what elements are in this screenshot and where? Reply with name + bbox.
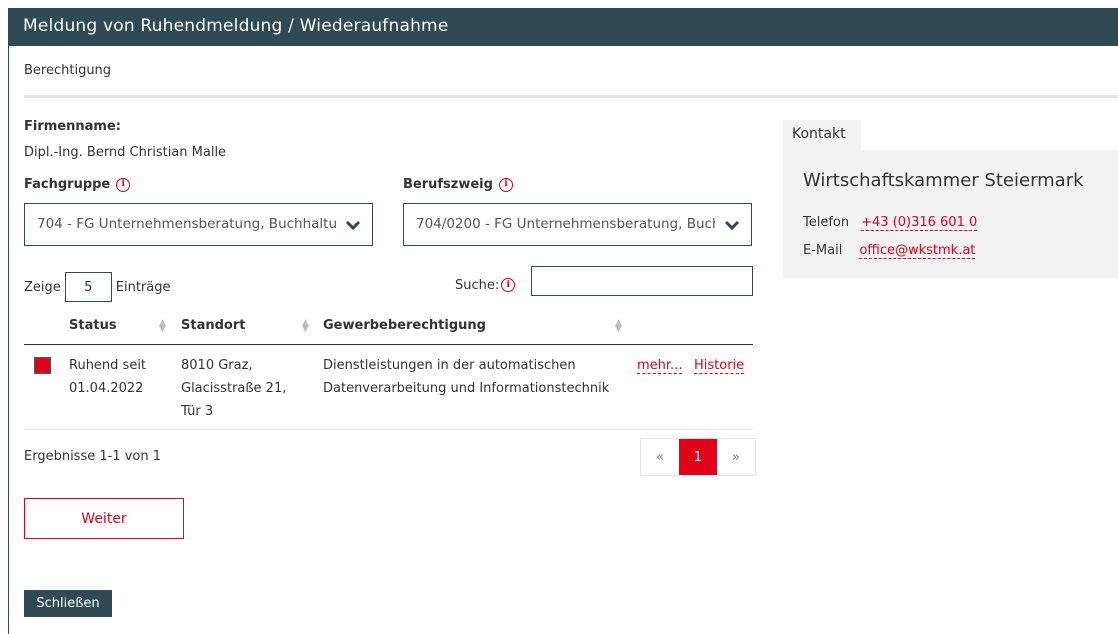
berufszweig-select-value: 704/0200 - FG Unternehmensberatung, Buch… xyxy=(416,216,715,232)
page-length-control: Zeige Einträge xyxy=(24,272,171,302)
search-input[interactable] xyxy=(531,266,753,296)
fachgruppe-label-group: Fachgruppe i xyxy=(24,177,131,192)
standort-cell: 8010 Graz, Glacisstraße 21, Tür 3 xyxy=(181,354,286,423)
history-link[interactable]: Historie xyxy=(694,358,745,374)
table-row: Ruhend seit 01.04.2022 8010 Graz, Glacis… xyxy=(24,345,753,430)
berufszweig-select[interactable]: 704/0200 - FG Unternehmensberatung, Buch… xyxy=(403,203,752,246)
berufszweig-label-group: Berufszweig i xyxy=(403,177,513,192)
close-button[interactable]: Schließen xyxy=(24,590,112,617)
sort-icon[interactable]: ▲ ▼ xyxy=(159,319,166,334)
contact-tab[interactable]: Kontakt xyxy=(783,120,861,150)
gewerbe-line: Datenverarbeitung und Informationstechni… xyxy=(323,381,610,396)
column-header-standort[interactable]: Standort xyxy=(181,318,245,333)
search-label: Suche: xyxy=(455,278,500,293)
table-header: Status ▲ ▼ Standort ▲ ▼ Gewerbeberechtigun… xyxy=(24,314,753,345)
contact-email-label: E-Mail xyxy=(803,243,843,258)
pagination-page-button[interactable]: 1 xyxy=(679,439,717,475)
status-text: Ruhend seit xyxy=(69,358,147,373)
berufszweig-label: Berufszweig xyxy=(403,177,493,192)
contact-organization: Wirtschaftskammer Steiermark xyxy=(803,170,1084,191)
next-button[interactable]: Weiter xyxy=(24,498,184,539)
page-length-suffix: Einträge xyxy=(115,279,171,295)
history-link-cell: Historie xyxy=(694,354,745,377)
fachgruppe-select-value: 704 - FG Unternehmensberatung, Buchhaltu… xyxy=(37,216,336,232)
status-cell: Ruhend seit 01.04.2022 xyxy=(69,354,146,400)
info-icon[interactable]: i xyxy=(116,177,131,192)
page-length-input[interactable] xyxy=(64,272,112,302)
contact-panel: Wirtschaftskammer Steiermark Telefon +43… xyxy=(783,150,1118,278)
chevron-down-icon xyxy=(724,220,740,231)
contact-phone-label: Telefon xyxy=(803,215,850,230)
contact-phone-link[interactable]: +43 (0)316 601 0 xyxy=(861,215,978,231)
info-icon[interactable]: i xyxy=(498,177,513,192)
more-link[interactable]: mehr... xyxy=(637,358,683,374)
section-subtitle: Berechtigung xyxy=(24,63,112,78)
firm-name-label: Firmenname: xyxy=(24,119,121,134)
standort-line: Tür 3 xyxy=(181,404,214,419)
sort-icon[interactable]: ▲ ▼ xyxy=(615,319,622,334)
status-date: 01.04.2022 xyxy=(69,381,144,396)
results-table: Status ▲ ▼ Standort ▲ ▼ Gewerbeberechtigun… xyxy=(24,314,753,430)
firm-name-value: Dipl.-Ing. Bernd Christian Malle xyxy=(24,145,227,160)
status-indicator xyxy=(34,357,51,374)
fachgruppe-select[interactable]: 704 - FG Unternehmensberatung, Buchhaltu… xyxy=(24,203,373,246)
search-label-group: Suche: i xyxy=(455,278,516,293)
results-summary: Ergebnisse 1-1 von 1 xyxy=(24,449,162,464)
gewerbe-line: Dienstleistungen in der automatischen xyxy=(323,358,576,373)
sort-icon[interactable]: ▲ ▼ xyxy=(302,319,309,334)
chevron-down-icon xyxy=(345,220,361,231)
standort-line: 8010 Graz, xyxy=(181,358,253,373)
dialog-header: Meldung von Ruhendmeldung / Wiederaufnah… xyxy=(9,8,1118,46)
standort-line: Glacisstraße 21, xyxy=(181,381,287,396)
gewerbe-cell: Dienstleistungen in der automatischen Da… xyxy=(323,354,609,400)
pagination-next-button[interactable]: » xyxy=(717,439,755,475)
page-length-prefix: Zeige xyxy=(24,279,61,295)
pagination: « 1 » xyxy=(640,438,756,476)
contact-email-row: E-Mail office@wkstmk.at xyxy=(803,243,976,259)
info-icon[interactable]: i xyxy=(501,278,516,292)
fachgruppe-label: Fachgruppe xyxy=(24,177,111,192)
pagination-prev-button[interactable]: « xyxy=(641,439,679,475)
dialog-title: Meldung von Ruhendmeldung / Wiederaufnah… xyxy=(23,16,449,36)
dialog: Meldung von Ruhendmeldung / Wiederaufnah… xyxy=(8,8,1118,634)
column-header-status[interactable]: Status xyxy=(69,318,117,333)
section-divider xyxy=(24,95,1118,98)
column-header-gewerbe[interactable]: Gewerbeberechtigung xyxy=(323,318,486,333)
contact-email-link[interactable]: office@wkstmk.at xyxy=(859,243,976,259)
more-link-cell: mehr... xyxy=(637,354,683,377)
contact-phone-row: Telefon +43 (0)316 601 0 xyxy=(803,215,978,231)
